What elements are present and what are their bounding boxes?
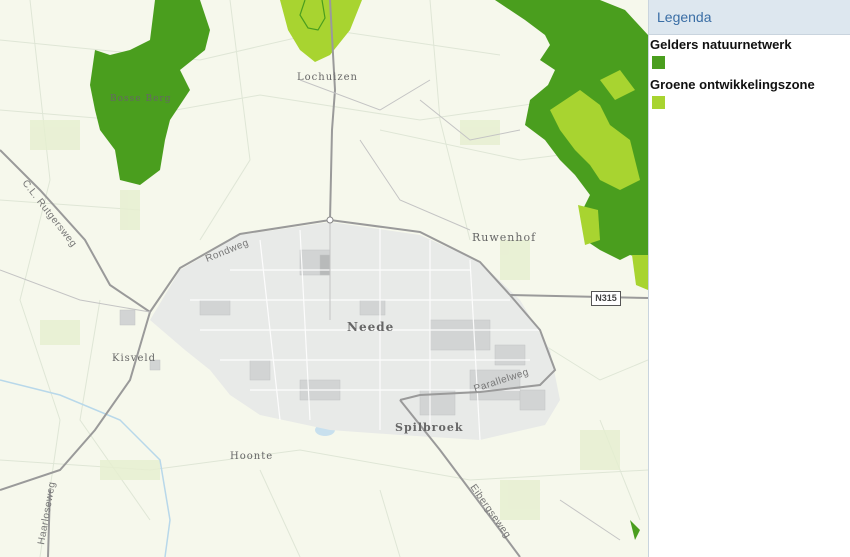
legend-title: Legenda [657,9,712,25]
place-label-spilbroek: Spilbroek [395,421,463,434]
legend-label: Groene ontwikkelingszone [650,77,815,92]
legend-entry-ontwikkelingszone: Groene ontwikkelingszone [649,75,850,109]
legend-swatch [652,96,665,109]
place-label-bosse-berg: Bosse Berg [110,94,171,104]
map-canvas[interactable]: Lochuizen Ruwenhof Neede Kisveld Spilbro… [0,0,648,557]
place-label-lochuizen: Lochuizen [297,72,358,83]
place-label-ruwenhof: Ruwenhof [472,231,536,244]
place-label-kisveld: Kisveld [112,353,156,364]
place-label-neede: Neede [347,320,394,334]
legend-swatch [652,56,665,69]
legend-label: Gelders natuurnetwerk [650,37,792,52]
road-shield-n315: N315 [591,291,621,306]
legend-header: Legenda [649,0,850,35]
legend-entry-natuurnetwerk: Gelders natuurnetwerk [649,35,850,69]
map-view[interactable]: Lochuizen Ruwenhof Neede Kisveld Spilbro… [0,0,648,557]
place-label-hoonte: Hoonte [230,451,273,462]
legend-panel: Legenda Gelders natuurnetwerk Groene ont… [648,0,850,557]
